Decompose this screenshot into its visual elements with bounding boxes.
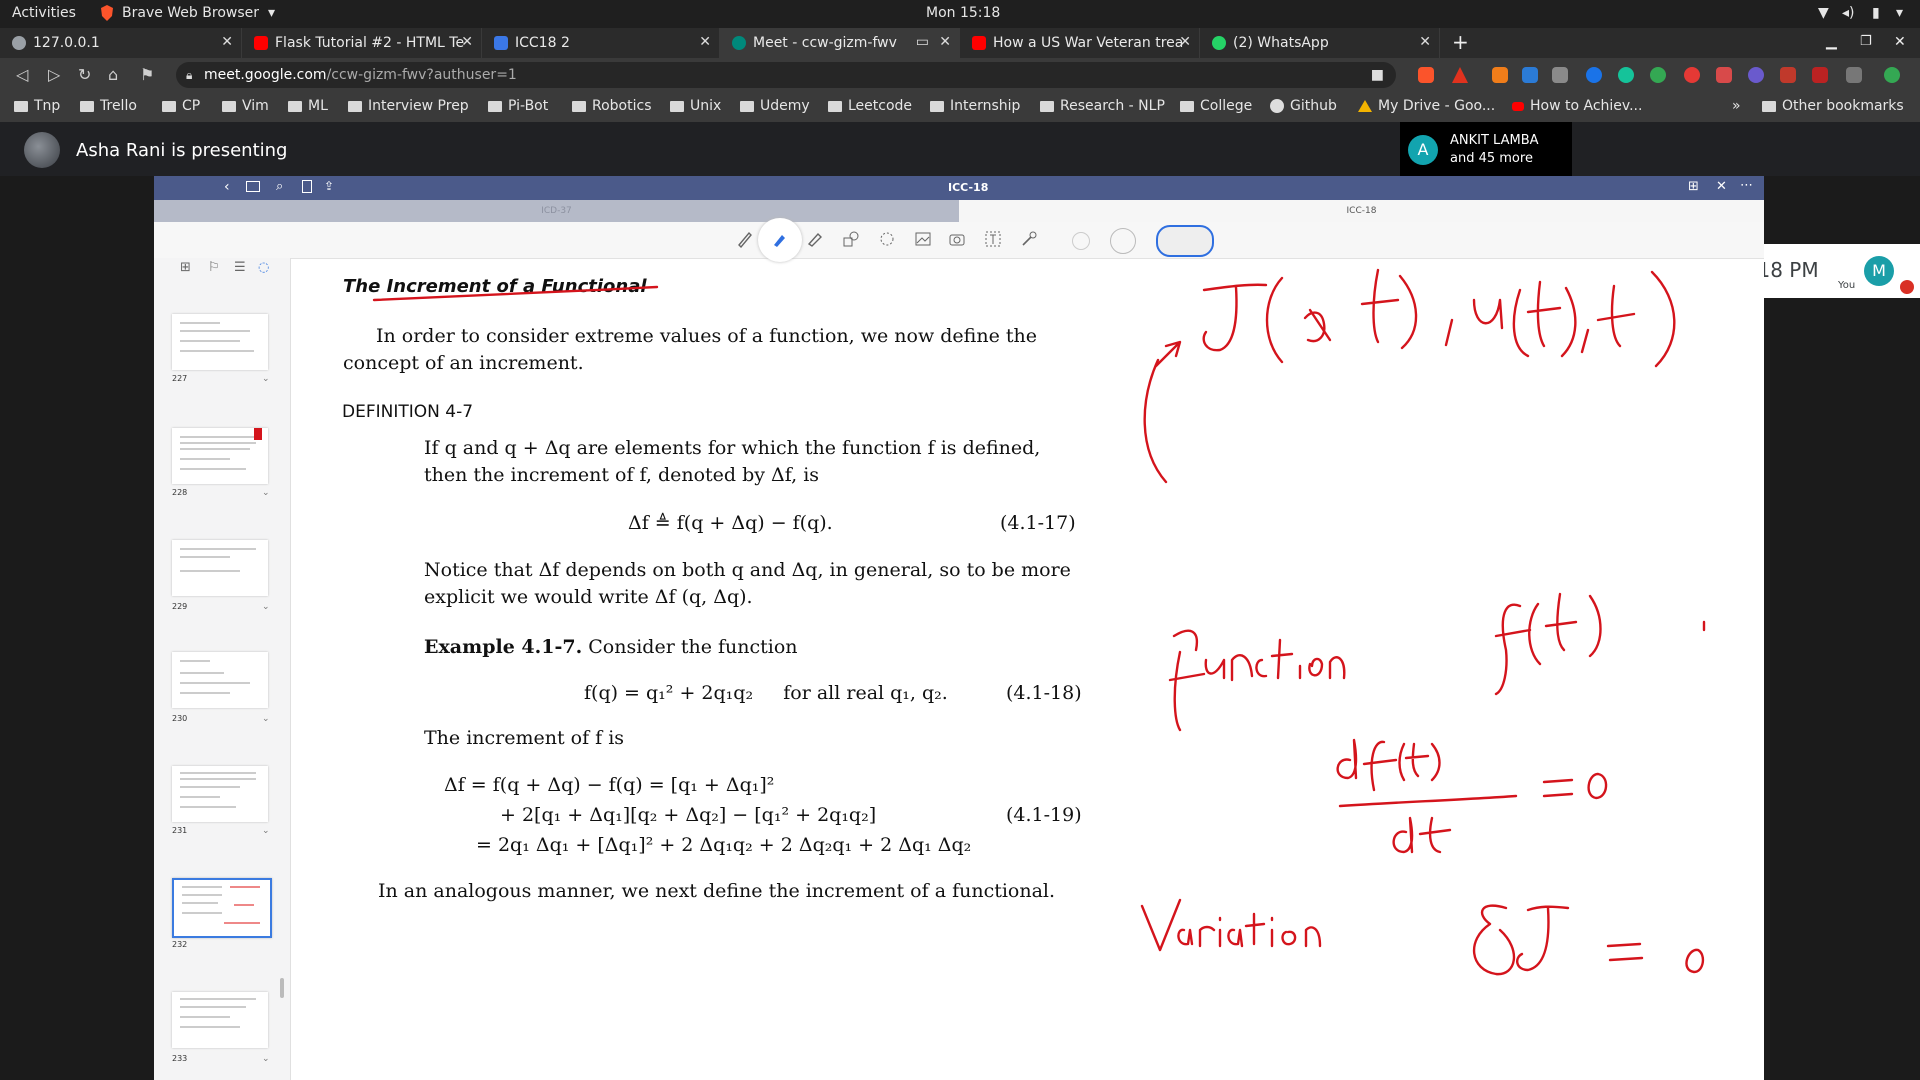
word-variation xyxy=(1140,898,1322,952)
df-dt-denominator xyxy=(1392,816,1452,854)
f-of-t xyxy=(1494,592,1602,696)
functional-J xyxy=(1202,283,1268,352)
handwritten-annotations xyxy=(372,268,1706,976)
equals-zero-1 xyxy=(1542,772,1608,800)
word-function xyxy=(1168,629,1346,732)
equals-zero-2 xyxy=(1606,942,1705,974)
open-paren xyxy=(1265,276,1284,364)
heading-underline xyxy=(372,285,659,302)
t-last xyxy=(1596,270,1676,368)
u-of-t xyxy=(1472,280,1577,358)
delta-J xyxy=(1473,904,1570,976)
t-paren xyxy=(1360,268,1418,350)
comma-2 xyxy=(1580,328,1590,354)
arrow-curve xyxy=(1143,340,1182,484)
df-dt-numerator xyxy=(1336,738,1441,792)
comma-1 xyxy=(1444,318,1454,347)
x-struck xyxy=(1303,308,1332,343)
fraction-bar xyxy=(1338,794,1518,808)
